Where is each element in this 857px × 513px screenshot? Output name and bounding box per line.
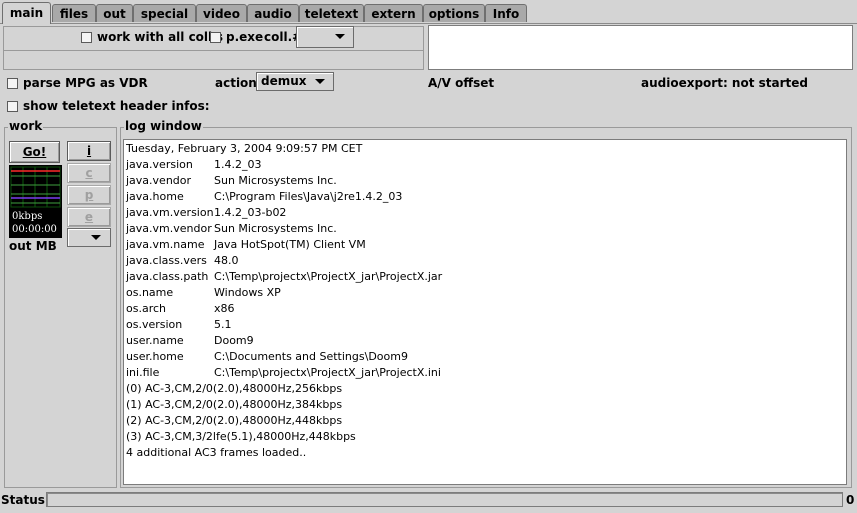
log-key: java.class.vers xyxy=(126,254,207,267)
log-entry: os.name Windows XP xyxy=(126,285,281,301)
log-value: C:\Temp\projectx\ProjectX_jar\ProjectX.i… xyxy=(214,366,441,379)
show-teletext-checkbox[interactable] xyxy=(7,101,18,112)
av-offset-label: A/V offset xyxy=(428,76,495,90)
info-button[interactable]: i xyxy=(67,141,111,161)
log-value: Doom9 xyxy=(214,334,254,347)
work-all-colls-checkbox[interactable] xyxy=(81,32,92,43)
log-value: Java HotSpot(TM) Client VM xyxy=(214,238,366,251)
log-key: java.version xyxy=(126,158,193,171)
log-key: java.vm.name xyxy=(126,238,205,251)
log-entry: java.vm.name Java HotSpot(TM) Client VM xyxy=(126,237,366,253)
coll-select[interactable] xyxy=(296,26,354,48)
tab-bar: main files out special video audio telet… xyxy=(0,0,857,24)
parse-mpg-checkbox[interactable] xyxy=(7,78,18,89)
log-entry: user.home C:\Documents and Settings\Doom9 xyxy=(126,349,408,365)
tab-out[interactable]: out xyxy=(96,4,133,22)
log-value: Sun Microsystems Inc. xyxy=(214,222,337,235)
tab-main[interactable]: main xyxy=(2,2,51,24)
tab-options[interactable]: options xyxy=(423,4,485,22)
e-button[interactable]: e xyxy=(67,207,111,227)
tab-files[interactable]: files xyxy=(52,4,96,22)
log-line: (1) AC-3,CM,2/0(2.0),48000Hz,384kbps xyxy=(126,398,343,411)
log-key: java.class.path xyxy=(126,270,209,283)
log-entry: java.class.path C:\Temp\projectx\ProjectX… xyxy=(126,269,442,285)
work-title: work xyxy=(8,119,44,133)
tab-info[interactable]: Info xyxy=(485,4,527,22)
log-value: 1.4.2_03-b02 xyxy=(214,206,287,219)
go-button[interactable]: Go! xyxy=(9,141,60,163)
log-entry: java.version 1.4.2_03 xyxy=(126,157,262,173)
chevron-down-icon xyxy=(335,34,345,39)
tab-video[interactable]: video xyxy=(196,4,247,22)
meter-time: 00:00:00 xyxy=(12,224,57,235)
action-label: action: xyxy=(215,76,262,90)
audioexport-status: audioexport: not started xyxy=(641,76,808,90)
c-button[interactable]: c xyxy=(67,163,111,183)
bitrate-meter: 0kbps 00:00:00 xyxy=(9,165,62,238)
log-key: user.home xyxy=(126,350,184,363)
log-entry: os.version 5.1 xyxy=(126,317,232,333)
log-value: x86 xyxy=(214,302,235,315)
log-entry: java.vendor Sun Microsystems Inc. xyxy=(126,173,337,189)
log-date-line: Tuesday, February 3, 2004 9:09:57 PM CET xyxy=(126,142,363,155)
log-value: Sun Microsystems Inc. xyxy=(214,174,337,187)
log-entry: java.vm.version1.4.2_03-b02 xyxy=(126,205,286,221)
tab-extern[interactable]: extern xyxy=(364,4,423,22)
meter-rate: 0kbps xyxy=(12,211,43,222)
status-progress-bar xyxy=(46,492,843,507)
log-key: java.vm.vendor xyxy=(126,222,212,235)
log-value: 48.0 xyxy=(214,254,239,267)
log-entry: java.class.vers 48.0 xyxy=(126,253,239,269)
tab-audio[interactable]: audio xyxy=(247,4,299,22)
tab-divider xyxy=(0,23,857,24)
log-title: log window xyxy=(124,119,203,133)
p-button[interactable]: p xyxy=(67,185,111,205)
log-key: os.arch xyxy=(126,302,166,315)
log-entry: ini.file C:\Temp\projectx\ProjectX_jar\Pr… xyxy=(126,365,441,381)
log-entry: os.arch x86 xyxy=(126,301,235,317)
status-value: 0 xyxy=(846,493,855,507)
action-select-value: demux xyxy=(261,74,307,88)
pexe-label: p.exe xyxy=(226,30,264,44)
info-text-area xyxy=(428,25,853,70)
log-value: C:\Documents and Settings\Doom9 xyxy=(214,350,408,363)
out-mb-label: out MB xyxy=(9,239,57,253)
log-key: java.home xyxy=(126,190,184,203)
chevron-down-icon xyxy=(315,79,325,84)
chevron-down-icon xyxy=(91,235,101,240)
work-options-select[interactable] xyxy=(67,228,111,247)
bitrate-graph xyxy=(10,166,61,208)
log-key: java.vendor xyxy=(126,174,192,187)
log-value: 5.1 xyxy=(214,318,232,331)
log-key: os.version xyxy=(126,318,183,331)
status-label: Status: xyxy=(1,493,50,507)
log-value: C:\Temp\projectx\ProjectX_jar\ProjectX.j… xyxy=(214,270,443,283)
pexe-checkbox[interactable] xyxy=(210,32,221,43)
log-key: java.vm.version xyxy=(126,206,214,219)
log-entry: java.vm.vendor Sun Microsystems Inc. xyxy=(126,221,337,237)
tab-special[interactable]: special xyxy=(133,4,196,22)
log-value: Windows XP xyxy=(214,286,281,299)
tab-teletext[interactable]: teletext xyxy=(299,4,364,22)
log-key: os.name xyxy=(126,286,174,299)
options-divider xyxy=(3,50,424,51)
log-window[interactable]: Tuesday, February 3, 2004 9:09:57 PM CET… xyxy=(123,139,847,485)
log-line: (0) AC-3,CM,2/0(2.0),48000Hz,256kbps xyxy=(126,382,343,395)
log-key: user.name xyxy=(126,334,184,347)
log-entry: user.name Doom9 xyxy=(126,333,254,349)
log-entry: java.home C:\Program Files\Java\j2re1.4.2… xyxy=(126,189,402,205)
parse-mpg-label: parse MPG as VDR xyxy=(23,76,148,90)
log-line: (3) AC-3,CM,3/2lfe(5.1),48000Hz,448kbps xyxy=(126,430,356,443)
show-teletext-label: show teletext header infos: xyxy=(23,99,210,113)
log-value: 1.4.2_03 xyxy=(214,158,262,171)
work-all-colls-label: work with all coll's xyxy=(97,30,223,44)
action-select[interactable]: demux xyxy=(256,72,334,91)
log-value: C:\Program Files\Java\j2re1.4.2_03 xyxy=(214,190,403,203)
log-key: ini.file xyxy=(126,366,160,379)
log-line: 4 additional AC3 frames loaded.. xyxy=(126,446,307,459)
log-line: (2) AC-3,CM,2/0(2.0),48000Hz,448kbps xyxy=(126,414,343,427)
